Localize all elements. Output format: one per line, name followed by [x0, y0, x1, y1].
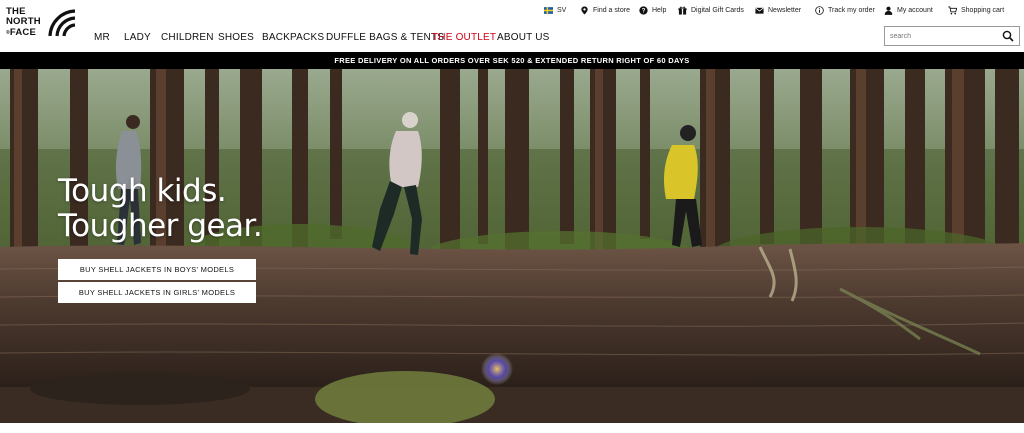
- find-store-link[interactable]: Find a store: [580, 4, 630, 16]
- help-link[interactable]: ? Help: [639, 4, 666, 16]
- svg-text:?: ?: [642, 7, 646, 14]
- half-dome-icon: [48, 9, 76, 37]
- envelope-icon: [755, 7, 764, 14]
- gift-icon: [678, 6, 687, 15]
- utility-navigation: SV Find a store ? Help Digital Gift Card…: [544, 4, 1014, 16]
- nav-item-lady[interactable]: LADY: [124, 32, 151, 43]
- nav-item-children[interactable]: CHILDREN: [161, 32, 214, 43]
- nav-item-about-us[interactable]: ABOUT US: [497, 32, 550, 43]
- nav-item-shoes[interactable]: SHOES: [218, 32, 254, 43]
- info-icon: [815, 5, 824, 15]
- logo-line-3: ®FACE: [6, 28, 36, 38]
- hero-headline-line-1: Tough kids.: [58, 173, 227, 209]
- hero-banner: Tough kids. Tougher gear. BUY SHELL JACK…: [0, 69, 1024, 423]
- site-header: THE NORTH ®FACE MR LADY CHILDREN SHOES B…: [0, 0, 1024, 52]
- newsletter-link[interactable]: Newsletter: [755, 4, 801, 16]
- hero-headline-line-2: Tougher gear.: [58, 208, 263, 244]
- brand-logo[interactable]: THE NORTH ®FACE: [6, 6, 76, 42]
- location-pin-icon: [581, 5, 588, 15]
- gift-cards-link[interactable]: Digital Gift Cards: [678, 4, 744, 16]
- shop-girls-shell-jackets-button[interactable]: BUY SHELL JACKETS IN GIRLS' MODELS: [58, 282, 256, 303]
- track-order-link[interactable]: Track my order: [815, 4, 875, 16]
- shop-boys-shell-jackets-button[interactable]: BUY SHELL JACKETS IN BOYS' MODELS: [58, 259, 256, 280]
- find-store-label: Find a store: [593, 6, 630, 14]
- nav-item-duffle-bags-tents[interactable]: DUFFLE BAGS & TENTS: [326, 32, 444, 43]
- account-link[interactable]: My account: [884, 4, 933, 16]
- nav-item-men[interactable]: MR: [94, 32, 110, 43]
- hero-headline: Tough kids. Tougher gear.: [58, 173, 263, 244]
- help-icon: ?: [639, 5, 648, 14]
- search-icon[interactable]: [1002, 30, 1014, 42]
- gift-cards-label: Digital Gift Cards: [691, 6, 744, 14]
- track-order-label: Track my order: [828, 6, 875, 14]
- language-label: SV: [557, 6, 567, 14]
- language-selector[interactable]: SV: [544, 4, 566, 16]
- promo-banner: FREE DELIVERY ON ALL ORDERS OVER SEK 520…: [0, 52, 1024, 69]
- nav-item-backpacks[interactable]: BACKPACKS: [262, 32, 324, 43]
- search-box: [884, 26, 1020, 46]
- page-bottom: [0, 423, 1024, 433]
- newsletter-label: Newsletter: [768, 6, 802, 14]
- search-input[interactable]: [890, 30, 990, 42]
- cart-label: Shopping cart: [961, 6, 1005, 14]
- shopping-cart-link[interactable]: Shopping cart: [948, 4, 1004, 16]
- account-label: My account: [897, 6, 933, 14]
- user-icon: [884, 6, 893, 15]
- logo-line-2: NORTH: [6, 16, 41, 27]
- nav-item-outlet[interactable]: THE OUTLET: [432, 32, 496, 43]
- cart-icon: [948, 5, 957, 14]
- swedish-flag-icon: [544, 6, 553, 14]
- forest-photo: [0, 69, 1024, 423]
- help-label: Help: [652, 6, 667, 14]
- logo-line-3-text: FACE: [9, 27, 37, 38]
